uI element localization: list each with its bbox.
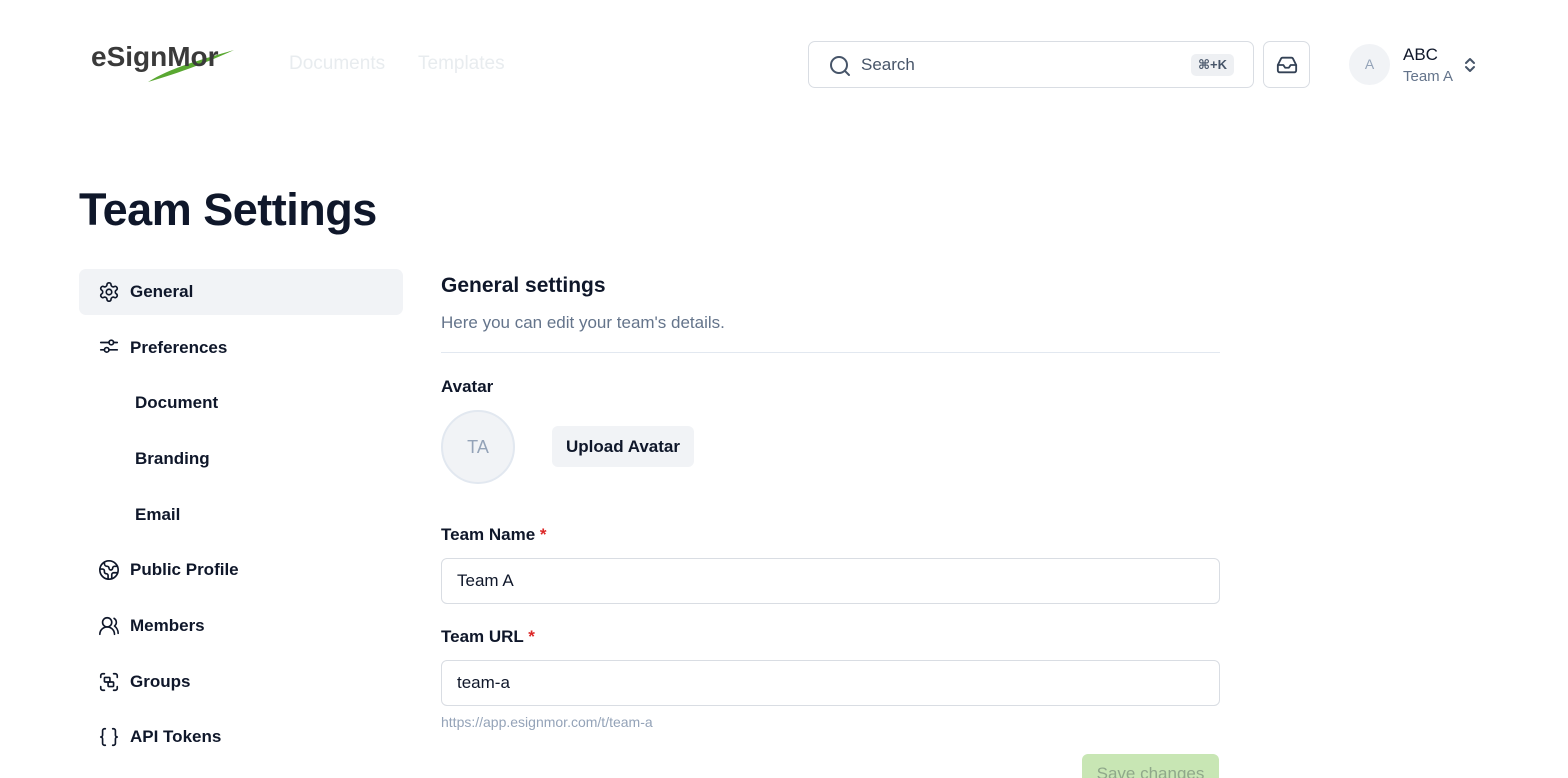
sidebar-item-label: Groups: [130, 672, 191, 691]
sidebar-item-general[interactable]: General: [79, 269, 403, 315]
upload-avatar-button[interactable]: Upload Avatar: [552, 426, 694, 467]
save-changes-button[interactable]: Save changes: [1082, 754, 1219, 778]
team-url-hint: https://app.esignmor.com/t/team-a: [441, 714, 653, 730]
search-placeholder: Search: [861, 55, 915, 74]
page-title: Team Settings: [79, 184, 377, 235]
gear-icon: [98, 281, 120, 308]
brand-logo[interactable]: eSignMor: [90, 38, 236, 86]
team-name-field[interactable]: Team A: [441, 558, 1220, 604]
section-subtitle: Here you can edit your team's details.: [441, 313, 725, 332]
sidebar-item-label: API Tokens: [130, 727, 222, 746]
sidebar-item-label: Email: [135, 505, 181, 524]
team-url-field[interactable]: team-a: [441, 660, 1220, 706]
team-url-label: Team URL *: [441, 627, 535, 647]
team-name-label-text: Team Name: [441, 525, 536, 544]
sidebar-item-public-profile[interactable]: Public Profile: [79, 547, 403, 593]
sidebar-item-email[interactable]: Email: [79, 492, 403, 538]
sidebar-item-label: General: [130, 282, 194, 301]
sidebar-item-label: Document: [135, 393, 219, 412]
team-avatar: TA: [441, 410, 515, 484]
divider: [441, 352, 1220, 353]
section-title: General settings: [441, 274, 606, 297]
svg-text:eSignMor: eSignMor: [91, 41, 219, 72]
required-marker: *: [539, 525, 547, 544]
sidebar-item-label: Preferences: [130, 338, 228, 357]
avatar-label: Avatar: [441, 377, 494, 396]
groups-icon: [98, 671, 120, 698]
globe-icon: [98, 559, 120, 586]
sidebar-item-branding[interactable]: Branding: [79, 436, 403, 482]
sidebar-item-label: Members: [130, 616, 205, 635]
braces-icon: [98, 726, 120, 753]
sidebar-item-members[interactable]: Members: [79, 603, 403, 649]
required-marker: *: [528, 627, 535, 646]
account-name: ABC: [1403, 45, 1438, 64]
inbox-button[interactable]: [1263, 41, 1310, 88]
sliders-icon: [98, 337, 120, 364]
search-shortcut: ⌘+K: [1190, 54, 1234, 76]
nav-templates[interactable]: Templates: [418, 53, 505, 75]
team-url-label-text: Team URL: [441, 627, 524, 646]
avatar: A: [1349, 44, 1390, 85]
search-icon: [828, 54, 852, 83]
nav-documents[interactable]: Documents: [289, 53, 385, 75]
users-icon: [98, 615, 120, 642]
account-team: Team A: [1403, 68, 1454, 85]
chevron-updown-icon: [1465, 58, 1475, 72]
top-header: eSignMor Documents Templates Search ⌘+K …: [0, 0, 1568, 128]
sidebar-item-preferences[interactable]: Preferences: [79, 325, 403, 371]
search-bar[interactable]: Search ⌘+K: [808, 41, 1254, 88]
sidebar-item-label: Branding: [135, 449, 210, 468]
team-name-label: Team Name *: [441, 525, 547, 545]
sidebar-item-groups[interactable]: Groups: [79, 659, 403, 705]
sidebar-item-api-tokens[interactable]: API Tokens: [79, 714, 403, 760]
inbox-icon: [1276, 56, 1298, 74]
sidebar-item-document[interactable]: Document: [79, 380, 403, 426]
account-switcher[interactable]: A ABC Team A: [1349, 43, 1489, 87]
sidebar-item-label: Public Profile: [130, 560, 239, 579]
